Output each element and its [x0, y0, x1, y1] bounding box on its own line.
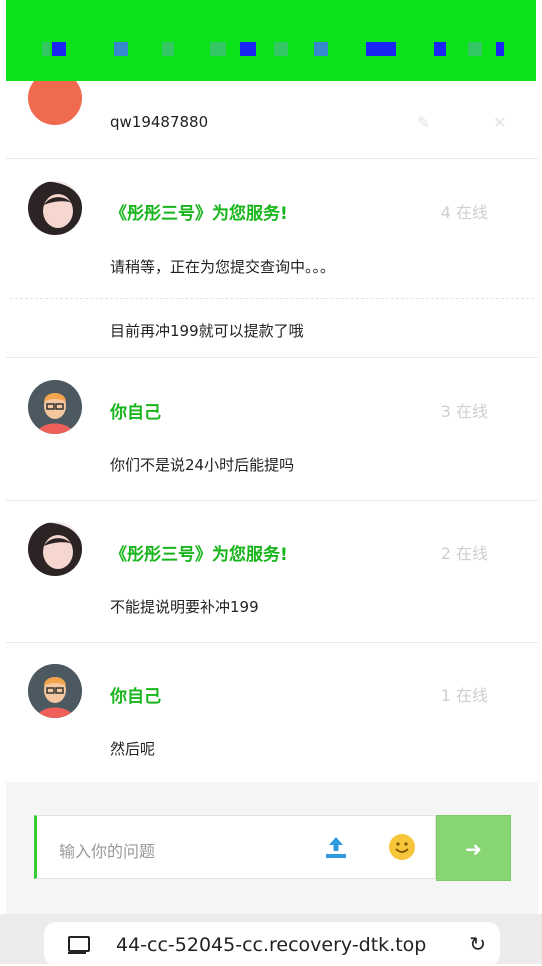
message-item: 你自己 3 在线 你们不是说24小时后能提吗 [6, 358, 538, 501]
message-input[interactable]: 输入你的问题 [34, 815, 436, 879]
message-item: 《彤彤三号》为您服务! 4 在线 请稍等，正在为您提交查询中。。。 目前再冲19… [6, 159, 538, 358]
avatar [28, 380, 82, 434]
obscured-header-banner [6, 0, 536, 81]
online-status: 4 在线 [440, 203, 488, 222]
sender-name: 你自己 [110, 403, 161, 423]
message-text: 你们不是说24小时后能提吗 [110, 456, 295, 474]
sender-name: 你自己 [110, 687, 161, 707]
online-status: 1 在线 [440, 686, 488, 705]
message-text: qw19487880 [110, 113, 209, 131]
message-text: 目前再冲199就可以提款了哦 [110, 322, 304, 340]
user-avatar-icon [28, 380, 82, 434]
avatar [28, 664, 82, 718]
agent-avatar-icon [28, 522, 82, 576]
chat-message-list[interactable]: qw19487880 ✎ ✕ 《彤彤三号》为您服务! 4 在线 请稍等，正在为您… [6, 81, 538, 782]
message-text: 不能提说明要补冲199 [110, 598, 259, 616]
sender-name: 《彤彤三号》为您服务! [110, 204, 288, 224]
avatar [28, 81, 82, 125]
send-button[interactable]: ➜ [436, 815, 511, 881]
agent-avatar-icon [28, 181, 82, 235]
message-item: qw19487880 ✎ ✕ [6, 81, 538, 159]
edit-icon: ✎ [417, 113, 431, 132]
message-text: 然后呢 [110, 740, 156, 758]
user-avatar-icon [28, 664, 82, 718]
reload-icon[interactable]: ↻ [469, 932, 486, 956]
online-status: 2 在线 [440, 544, 488, 563]
upload-icon[interactable] [323, 834, 349, 860]
input-placeholder: 输入你的问题 [59, 842, 156, 861]
tabs-icon[interactable] [68, 936, 90, 954]
close-icon: ✕ [493, 113, 507, 132]
sender-name: 《彤彤三号》为您服务! [110, 545, 288, 565]
chat-input-bar: 输入你的问题 ➜ [6, 782, 538, 914]
message-text: 请稍等，正在为您提交查询中。。。 [110, 258, 336, 276]
url-text: 44-cc-52045-cc.recovery-dtk.top [116, 934, 427, 956]
divider [10, 298, 534, 299]
arrow-right-icon: ➜ [465, 837, 482, 861]
online-status: 3 在线 [440, 402, 488, 421]
message-item: 你自己 1 在线 然后呢 [6, 642, 538, 782]
browser-bottom-bar: 44-cc-52045-cc.recovery-dtk.top ↻ [0, 914, 542, 966]
avatar [28, 522, 82, 576]
emoji-icon[interactable] [389, 834, 415, 860]
address-bar[interactable]: 44-cc-52045-cc.recovery-dtk.top ↻ [44, 922, 500, 966]
avatar [28, 181, 82, 235]
message-item: 《彤彤三号》为您服务! 2 在线 不能提说明要补冲199 [6, 500, 538, 643]
